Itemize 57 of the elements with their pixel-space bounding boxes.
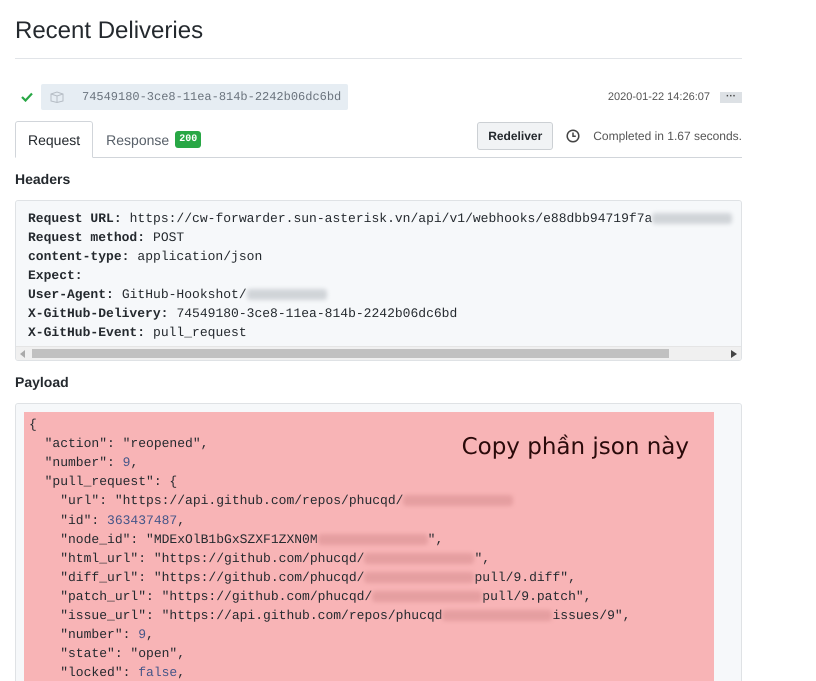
code-text: "pull_request": { bbox=[44, 473, 178, 492]
header-value: application/json bbox=[137, 248, 262, 266]
code-value: 9 bbox=[138, 626, 146, 644]
header-name: X-GitHub-Event: bbox=[28, 324, 146, 342]
redeliver-button[interactable]: Redeliver bbox=[477, 122, 554, 150]
code-text: "state": "open", bbox=[59, 645, 186, 664]
page-title: Recent Deliveries bbox=[15, 0, 742, 59]
header-name: Request method: bbox=[28, 229, 146, 247]
code-text: "issue_url": "https://api.github.com/repos/phucqd bbox=[59, 606, 442, 625]
code-text: "diff_url": "https://github.com/phucqd/ bbox=[59, 568, 364, 587]
code-text: , bbox=[177, 664, 186, 681]
header-name: Request URL: bbox=[28, 210, 122, 228]
header-name: User-Agent: bbox=[28, 286, 114, 304]
tab[interactable]: Response 200 bbox=[93, 121, 214, 158]
code-text: issues/9", bbox=[552, 606, 630, 625]
section-heading: Payload bbox=[15, 374, 70, 391]
header-value: POST bbox=[153, 229, 184, 247]
section-heading: Headers bbox=[15, 171, 72, 188]
header-value: https://cw-forwarder.sun-asterisk.vn/api/v1/webhooks/e88dbb94719f7a bbox=[130, 210, 652, 228]
code-text: , bbox=[146, 626, 154, 644]
code-text: "action": "reopened", bbox=[44, 435, 208, 454]
clock-icon bbox=[566, 129, 580, 143]
code-text: "node_id": "MDExOlB1bGxSZXF1ZXN0M bbox=[59, 530, 318, 549]
scroll-right-icon[interactable] bbox=[731, 350, 737, 358]
code-value: false bbox=[138, 664, 178, 681]
delivery-id-toggle[interactable]: 74549180-3ce8-11ea-814b-2242b06dc6bd bbox=[41, 84, 348, 110]
code-text: "id": bbox=[59, 512, 100, 530]
more-button[interactable]: ··· bbox=[720, 92, 742, 102]
header-name: X-GitHub-Delivery: bbox=[28, 305, 168, 323]
code-text: "number": bbox=[44, 454, 116, 472]
code-text: pull/9.diff", bbox=[474, 568, 576, 587]
code-text: "html_url": "https://github.com/phucqd/ bbox=[59, 550, 364, 568]
code-text: , bbox=[130, 454, 138, 472]
header-name: Expect: bbox=[28, 267, 83, 285]
header-value: 74549180-3ce8-11ea-814b-2242b06dc6bd bbox=[176, 305, 458, 323]
horizontal-scrollbar[interactable] bbox=[16, 346, 741, 360]
tab[interactable]: Request bbox=[15, 121, 94, 158]
package-icon bbox=[50, 91, 64, 103]
code-text: , bbox=[177, 512, 186, 530]
status-badge: 200 bbox=[175, 131, 202, 148]
code-text: "locked": bbox=[59, 664, 132, 681]
code-value: 9 bbox=[122, 454, 130, 472]
delivery-time: 2020-01-22 14:26:07 bbox=[608, 91, 710, 103]
code-text: ", bbox=[428, 530, 444, 549]
code-text: { bbox=[29, 416, 37, 434]
code-text: pull/9.patch", bbox=[482, 588, 592, 606]
annotation-text: Copy phần json này bbox=[462, 434, 689, 460]
code-text: "url": "https://api.github.com/repos/phucqd/ bbox=[59, 492, 404, 510]
scroll-left-icon[interactable] bbox=[20, 350, 26, 358]
code-value: 363437487 bbox=[107, 512, 178, 530]
header-value: pull_request bbox=[153, 324, 247, 342]
header-value: GitHub-Hookshot/ bbox=[122, 286, 247, 304]
code-text: "patch_url": "https://github.com/phucqd/ bbox=[59, 588, 372, 606]
code-text: "number": bbox=[59, 626, 132, 644]
code-text: ", bbox=[474, 550, 490, 568]
completion-time: Completed in 1.67 seconds. bbox=[593, 129, 742, 143]
header-name: content-type: bbox=[28, 248, 130, 266]
